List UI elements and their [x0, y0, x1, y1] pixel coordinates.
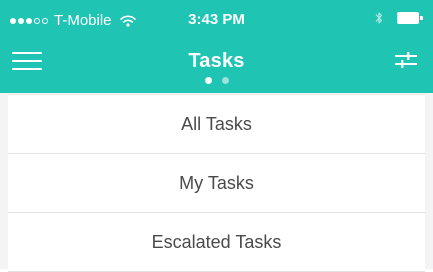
task-item-all-tasks[interactable]: All Tasks [8, 94, 425, 154]
page-dot-2[interactable] [221, 77, 229, 84]
status-bar: T-Mobile 3:43 PM [0, 0, 433, 38]
sliders-filter-icon [395, 52, 417, 68]
task-item-escalated-tasks[interactable]: Escalated Tasks [8, 213, 425, 272]
filter-button[interactable] [391, 46, 421, 74]
app-screen: T-Mobile 3:43 PM Tasks All Tasks My Task… [0, 0, 433, 272]
task-item-my-tasks[interactable]: My Tasks [8, 154, 425, 213]
status-time: 3:43 PM [188, 11, 245, 28]
task-list: All Tasks My Tasks Escalated Tasks [8, 94, 425, 272]
bluetooth-icon [375, 12, 383, 24]
page-dot-1[interactable] [204, 77, 212, 84]
header: T-Mobile 3:43 PM Tasks [0, 0, 433, 93]
nav-bar: Tasks [0, 38, 433, 93]
page-title: Tasks [188, 50, 245, 72]
battery-icon [397, 12, 423, 24]
status-right [375, 11, 423, 25]
page-indicator[interactable] [0, 77, 433, 84]
